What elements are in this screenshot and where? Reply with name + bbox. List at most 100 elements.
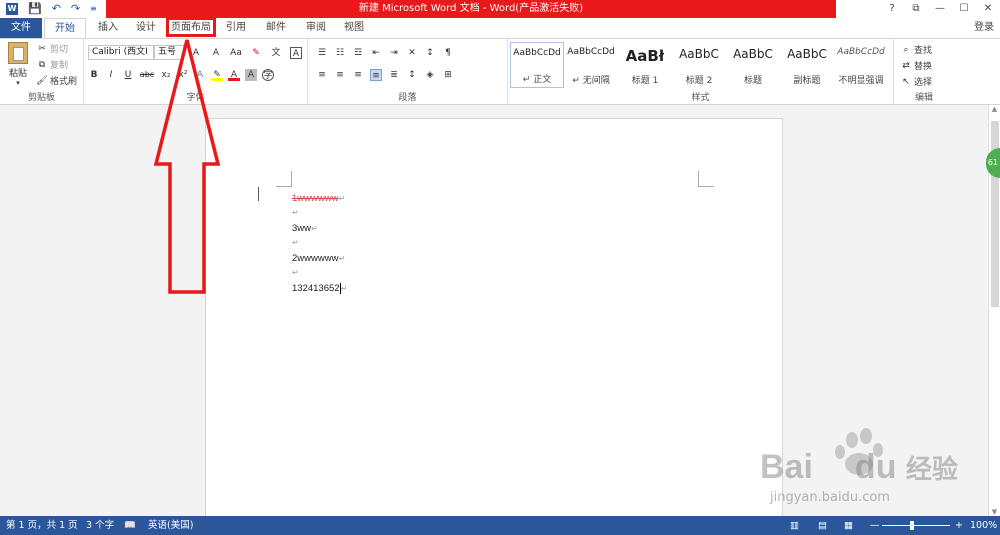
- status-language[interactable]: 英语(美国): [148, 516, 193, 535]
- align-center-icon[interactable]: ≡: [334, 69, 346, 81]
- undo-icon[interactable]: ↶: [52, 0, 61, 18]
- doc-line-4[interactable]: 132413652↵: [292, 283, 347, 294]
- clear-format-icon[interactable]: ✎: [250, 47, 262, 59]
- tab-home[interactable]: 开始: [44, 18, 86, 38]
- clipboard-group: 粘贴 ▾ ✂ 剪切 ⧉ 复制 🖌 格式刷 剪贴板: [0, 39, 84, 105]
- show-marks-icon[interactable]: ¶: [442, 47, 454, 59]
- watermark-jingyan: 经验: [905, 454, 958, 484]
- help-button[interactable]: ?: [880, 0, 904, 18]
- line-spacing-icon[interactable]: ↕: [406, 69, 418, 81]
- style-subtitle[interactable]: AaBbC 副标题: [780, 42, 834, 88]
- editing-group: ⌕ 查找 ⇄ 替换 ↖ 选择 编辑: [894, 39, 954, 105]
- italic-button[interactable]: I: [105, 69, 117, 81]
- char-shading-icon[interactable]: A: [245, 69, 257, 81]
- window-title: 新建 Microsoft Word 文档 - Word(产品激活失败): [106, 0, 836, 18]
- bullets-icon[interactable]: ☰: [316, 47, 328, 59]
- status-bar: 第 1 页，共 1 页 3 个字 📖 英语(美国) ▥ ▤ ▦ — + 100%: [0, 516, 1000, 535]
- scissors-icon: ✂: [38, 43, 46, 54]
- shading-icon[interactable]: ◈: [424, 69, 436, 81]
- numbering-icon[interactable]: ☷: [334, 47, 346, 59]
- find-button[interactable]: ⌕ 查找: [900, 43, 932, 57]
- justify-icon[interactable]: ≡: [370, 69, 382, 81]
- redo-icon[interactable]: ↷: [71, 0, 80, 18]
- align-tools: ≡ ≡ ≡ ≡ ≣ ↕ ◈ ⊞: [316, 69, 454, 81]
- tab-review[interactable]: 审阅: [298, 18, 334, 38]
- styles-gallery: AaBbCcDd ↵ 正文 AaBbCcDd ↵ 无间隔 AaBł 标题 1 A…: [510, 42, 888, 88]
- doc-line-2[interactable]: 3ww↵: [292, 223, 318, 234]
- underline-button[interactable]: U: [122, 69, 134, 81]
- select-button[interactable]: ↖ 选择: [900, 75, 932, 89]
- style-normal[interactable]: AaBbCcDd ↵ 正文: [510, 42, 564, 88]
- paintbrush-icon: 🖌: [36, 75, 48, 86]
- enclose-char-icon[interactable]: 字: [262, 69, 274, 81]
- save-icon[interactable]: 💾: [28, 0, 42, 18]
- scroll-down-icon[interactable]: ▼: [989, 508, 1000, 516]
- copy-button[interactable]: ⧉ 复制: [36, 58, 68, 72]
- decrease-indent-icon[interactable]: ⇤: [370, 47, 382, 59]
- copy-icon: ⧉: [38, 59, 46, 70]
- phonetic-guide-icon[interactable]: 文: [270, 47, 282, 59]
- customize-qat-icon[interactable]: ≡: [90, 0, 97, 18]
- align-right-icon[interactable]: ≡: [352, 69, 364, 81]
- asian-layout-icon[interactable]: ✕: [406, 47, 418, 59]
- style-subtle-emphasis[interactable]: AaBbCcDd 不明显强调: [834, 42, 888, 88]
- login-link[interactable]: 登录: [974, 18, 994, 38]
- tab-mailings[interactable]: 邮件: [258, 18, 294, 38]
- style-no-spacing[interactable]: AaBbCcDd ↵ 无间隔: [564, 42, 618, 88]
- doc-empty-para: ↵: [292, 268, 299, 277]
- ribbon-display-button[interactable]: ⧉: [904, 0, 928, 18]
- paste-button[interactable]: 粘贴 ▾: [5, 42, 31, 87]
- paragraph-label: 段落: [398, 93, 417, 103]
- format-painter-button[interactable]: 🖌 格式刷: [36, 74, 77, 88]
- style-heading-2[interactable]: AaBbC 标题 2: [672, 42, 726, 88]
- status-word-count[interactable]: 3 个字: [86, 516, 114, 535]
- ribbon: 粘贴 ▾ ✂ 剪切 ⧉ 复制 🖌 格式刷 剪贴板 Calibri (西文I 五号…: [0, 38, 1000, 105]
- read-mode-icon[interactable]: ▥: [790, 516, 799, 535]
- zoom-in-icon[interactable]: +: [955, 516, 963, 535]
- align-left-icon[interactable]: ≡: [316, 69, 328, 81]
- zoom-slider-thumb[interactable]: [910, 521, 914, 530]
- tab-insert[interactable]: 插入: [88, 18, 128, 38]
- doc-empty-para: ↵: [292, 238, 299, 247]
- borders-icon[interactable]: ⊞: [442, 69, 454, 81]
- char-border-icon[interactable]: A: [290, 47, 302, 59]
- multilevel-list-icon[interactable]: ☲: [352, 47, 364, 59]
- font-name-select[interactable]: Calibri (西文I: [88, 45, 154, 60]
- margin-corner-top-left: [276, 171, 292, 187]
- style-heading-1[interactable]: AaBł 标题 1: [618, 42, 672, 88]
- ribbon-tabs: 文件 开始 插入 设计 页面布局 引用 邮件 审阅 视图 登录: [0, 18, 1000, 38]
- document-page[interactable]: 1wwwwww↵ ↵ 3ww↵ ↵ 2wwwwww↵ ↵ 132413652↵: [205, 118, 783, 528]
- status-page-count[interactable]: 第 1 页，共 1 页: [6, 516, 78, 535]
- sort-icon[interactable]: ↕: [424, 47, 436, 59]
- replace-button[interactable]: ⇄ 替换: [900, 59, 932, 73]
- editing-label: 编辑: [914, 93, 933, 103]
- paragraph-group: ☰ ☷ ☲ ⇤ ⇥ ✕ ↕ ¶ ≡ ≡ ≡ ≡ ≣ ↕ ◈ ⊞ 段落: [308, 39, 508, 105]
- zoom-level[interactable]: 100%: [970, 516, 997, 535]
- proofing-icon[interactable]: 📖: [124, 516, 136, 535]
- tab-references[interactable]: 引用: [218, 18, 254, 38]
- minimize-button[interactable]: —: [928, 0, 952, 18]
- style-title[interactable]: AaBbC 标题: [726, 42, 780, 88]
- tab-design[interactable]: 设计: [126, 18, 166, 38]
- zoom-out-icon[interactable]: —: [870, 516, 880, 535]
- doc-line-3[interactable]: 2wwwwww↵: [292, 253, 345, 264]
- font-color-icon[interactable]: A: [228, 69, 240, 81]
- tab-view[interactable]: 视图: [336, 18, 372, 38]
- doc-line-1[interactable]: 1wwwwww↵: [292, 193, 345, 204]
- change-case-icon[interactable]: Aa: [230, 47, 242, 59]
- text-cursor-marker: [258, 187, 259, 201]
- print-layout-icon[interactable]: ▤: [818, 516, 827, 535]
- distributed-icon[interactable]: ≣: [388, 69, 400, 81]
- tab-file[interactable]: 文件: [0, 18, 42, 38]
- baidu-watermark: Bai du 经验 jingyan.baidu.com: [760, 428, 990, 513]
- quick-access-toolbar: W 💾 ↶ ↷ ≡: [0, 0, 97, 18]
- paste-icon: [8, 42, 28, 64]
- maximize-button[interactable]: ☐: [952, 0, 976, 18]
- cut-button[interactable]: ✂ 剪切: [36, 42, 68, 56]
- zoom-slider[interactable]: [882, 525, 950, 526]
- bold-button[interactable]: B: [88, 69, 100, 81]
- increase-indent-icon[interactable]: ⇥: [388, 47, 400, 59]
- scroll-up-icon[interactable]: ▲: [989, 105, 1000, 113]
- close-button[interactable]: ✕: [976, 0, 1000, 18]
- web-layout-icon[interactable]: ▦: [844, 516, 853, 535]
